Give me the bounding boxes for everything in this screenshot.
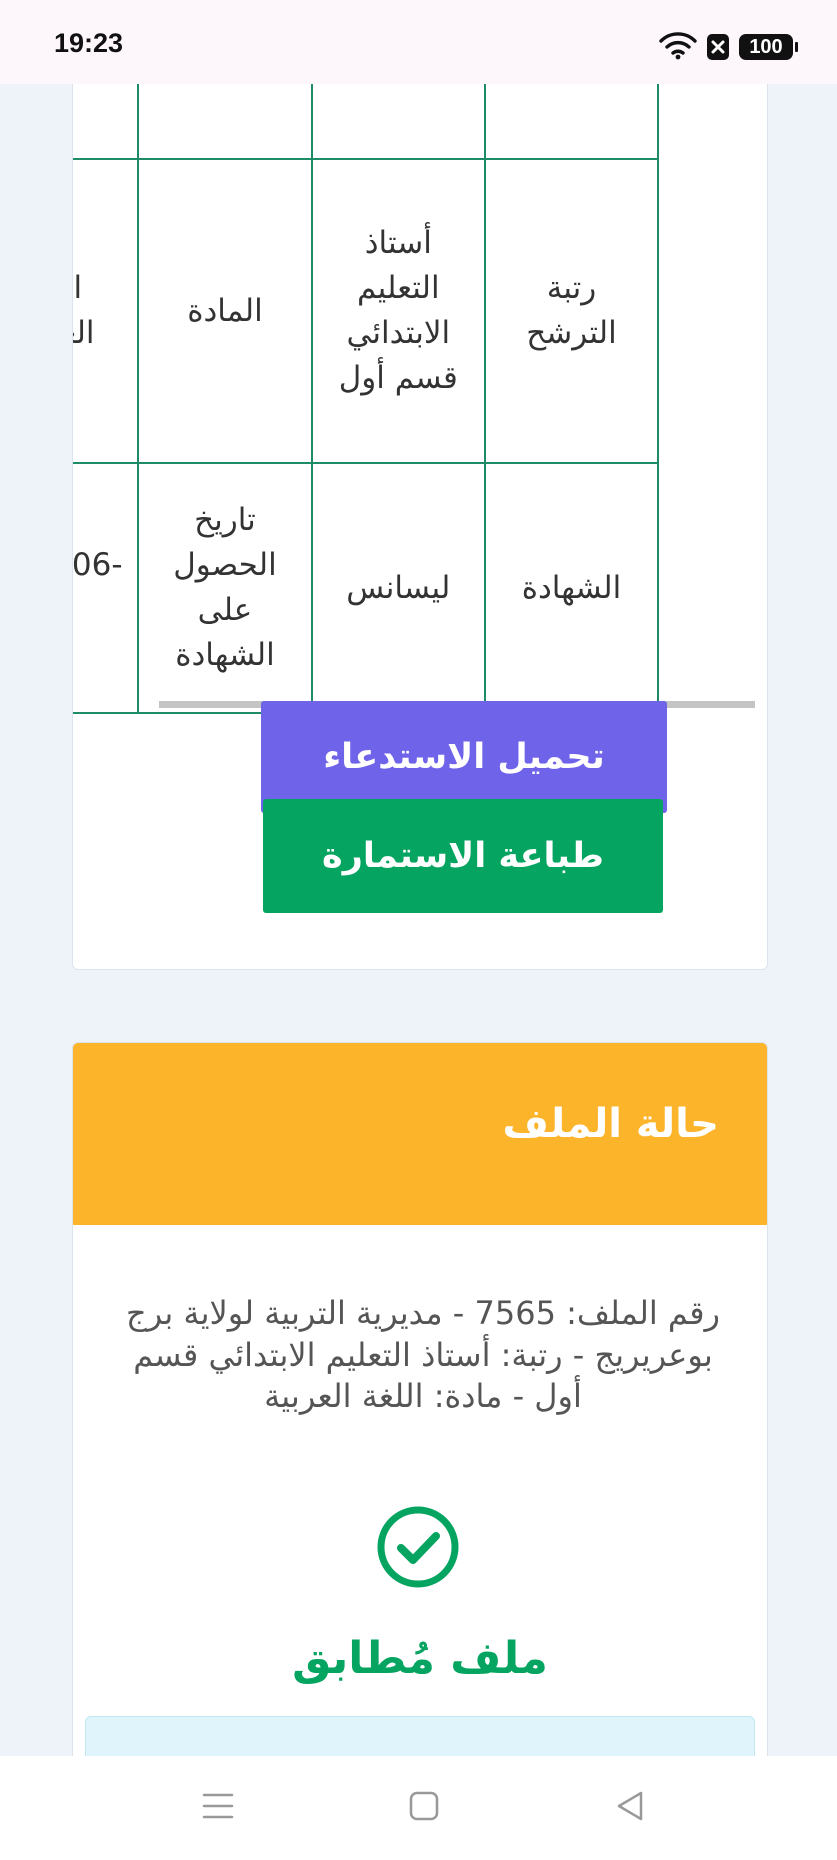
back-icon[interactable]: [614, 1790, 646, 1826]
file-match-status: ملف مُطابق: [292, 1633, 548, 1684]
file-description: رقم الملف: 7565 - مديرية التربية لولاية …: [126, 1294, 720, 1416]
table-cell-value: اللغة العربية: [73, 158, 140, 464]
close-badge-icon: [707, 34, 729, 60]
status-icons: 100: [659, 30, 798, 64]
file-status-card: حالة الملف رقم الملف: 7565 - مديرية التر…: [72, 1042, 768, 1844]
print-form-button[interactable]: طباعة الاستمارة: [263, 799, 663, 913]
home-icon[interactable]: [408, 1790, 440, 1826]
table-cell-label: تاريخ الحصول على الشهادة: [137, 462, 313, 714]
table-cell-label: رتبة الترشح: [483, 158, 660, 464]
battery-level: 100: [749, 35, 783, 58]
battery-icon: 100: [739, 34, 798, 60]
table-cell-value: 2024-06-11: [73, 462, 140, 714]
status-time: 19:23: [54, 28, 124, 58]
table-row: الشهادة ليسانس تاريخ الحصول على الشهادة …: [73, 462, 660, 714]
menu-icon[interactable]: [202, 1790, 234, 1826]
download-summons-button[interactable]: تحميل الاستدعاء: [261, 701, 667, 813]
table-cell-value: ليسانس: [310, 462, 486, 714]
candidate-info-card: رتبة الترشح أستاذ التعليم الابتدائي قسم …: [72, 40, 768, 970]
status-bar: 19:23 100: [0, 0, 837, 84]
wifi-icon: [659, 30, 697, 64]
file-status-header: حالة الملف: [73, 1043, 767, 1225]
table-row: رتبة الترشح أستاذ التعليم الابتدائي قسم …: [73, 158, 660, 464]
table-cell-label: المادة: [137, 158, 313, 464]
table-cell-label: الشهادة: [483, 462, 660, 714]
system-nav-bar: [0, 1756, 837, 1860]
file-status-title: حالة الملف: [502, 1101, 719, 1147]
table-cell-value: أستاذ التعليم الابتدائي قسم أول: [310, 158, 486, 464]
check-circle-icon: [376, 1505, 460, 1589]
candidate-info-table: رتبة الترشح أستاذ التعليم الابتدائي قسم …: [73, 41, 660, 714]
